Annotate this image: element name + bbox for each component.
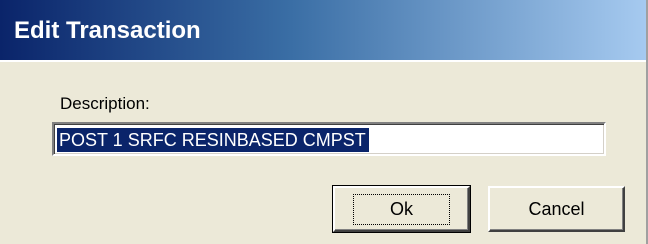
dialog-titlebar[interactable]: Edit Transaction (0, 0, 646, 62)
cancel-button[interactable]: Cancel (488, 186, 625, 232)
cancel-button-label: Cancel (528, 198, 585, 219)
description-field[interactable]: POST 1 SRFC RESINBASED CMPST (52, 122, 606, 156)
description-label: Description: (60, 94, 150, 113)
dialog-title: Edit Transaction (14, 17, 201, 44)
description-field-value[interactable]: POST 1 SRFC RESINBASED CMPST (57, 128, 369, 152)
ok-button[interactable]: Ok (332, 185, 471, 233)
dialog-body: Description: POST 1 SRFC RESINBASED CMPS… (0, 62, 646, 244)
ok-button-label: Ok (352, 193, 450, 225)
edit-transaction-dialog: Edit Transaction Description: POST 1 SRF… (0, 0, 648, 244)
